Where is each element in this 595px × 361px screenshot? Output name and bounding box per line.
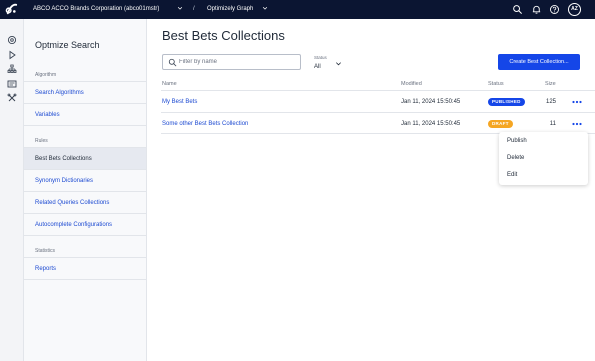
list-box-icon[interactable] [7, 79, 17, 89]
divider [24, 235, 146, 236]
status-badge: PUBLISHED [488, 98, 525, 106]
status-badge: DRAFT [488, 120, 513, 128]
sidebar-section-algorithm: Algorithm [35, 72, 57, 78]
menu-item-publish[interactable]: Publish [507, 138, 527, 144]
more-options-icon[interactable] [571, 97, 583, 107]
row-actions-menu: Publish Delete Edit [499, 132, 588, 185]
icon-rail [0, 19, 24, 361]
search-icon [168, 58, 177, 67]
sidebar-item-search-algorithms[interactable]: Search Algorithms [24, 81, 146, 103]
menu-item-edit[interactable]: Edit [507, 172, 517, 178]
menu-item-delete[interactable]: Delete [507, 155, 524, 161]
help-icon[interactable] [549, 4, 560, 15]
column-header-size[interactable]: Size [545, 81, 556, 87]
sidebar-item-reports[interactable]: Reports [24, 257, 146, 279]
column-header-modified[interactable]: Modified [401, 81, 422, 87]
sidebar-item-variables[interactable]: Variables [24, 103, 146, 125]
collection-name-link[interactable]: My Best Bets [162, 99, 197, 105]
column-header-name[interactable]: Name [162, 81, 177, 87]
create-best-collection-button[interactable]: Create Best Collection... [498, 54, 580, 70]
status-filter-value[interactable]: All [314, 64, 321, 70]
modified-date: Jan 11, 2024 15:50:45 [401, 99, 461, 105]
bell-icon[interactable] [531, 4, 542, 15]
sidebar: Optmize Search Algorithm Search Algorith… [24, 19, 147, 361]
breadcrumb-separator: / [193, 6, 195, 12]
divider [24, 279, 146, 280]
more-options-icon[interactable] [571, 119, 583, 129]
user-avatar[interactable]: AZ [568, 3, 581, 16]
settings-icon[interactable] [7, 35, 17, 45]
divider [24, 125, 146, 126]
org-chevron-down-icon[interactable] [177, 5, 183, 11]
sidebar-section-rules: Rules [35, 138, 48, 144]
column-header-status[interactable]: Status [488, 81, 504, 87]
sidebar-section-statistics: Statistics [35, 248, 56, 254]
filter-input[interactable] [179, 57, 297, 67]
tools-icon[interactable] [7, 93, 17, 103]
sidebar-item-best-bets-collections[interactable]: Best Bets Collections [24, 147, 146, 169]
optimizely-logo-icon[interactable] [4, 2, 19, 17]
search-icon[interactable] [512, 4, 523, 15]
filter-box[interactable] [162, 54, 301, 70]
collection-name-link[interactable]: Some other Best Bets Collection [162, 121, 248, 127]
table-row[interactable]: Some other Best Bets Collection Jan 11, … [161, 112, 595, 134]
product-chevron-down-icon[interactable] [262, 5, 268, 11]
size-value: 11 [549, 121, 556, 127]
status-chevron-down-icon[interactable] [335, 60, 342, 67]
modified-date: Jan 11, 2024 15:50:45 [401, 121, 461, 127]
sidebar-item-synonym-dictionaries[interactable]: Synonym Dictionaries [24, 169, 146, 191]
top-bar: ABCO ACCO Brands Corporation (abco01mstr… [0, 0, 595, 19]
org-name[interactable]: ABCO ACCO Brands Corporation (abco01mstr… [33, 6, 159, 12]
page-title: Best Bets Collections [162, 28, 285, 43]
product-name[interactable]: Optimizely Graph [207, 6, 253, 12]
sidebar-title: Optmize Search [35, 40, 100, 50]
sidebar-item-autocomplete-configurations[interactable]: Autocomplete Configurations [24, 213, 146, 235]
main-content: Best Bets Collections Status All Create … [147, 19, 595, 361]
table-row[interactable]: My Best Bets Jan 11, 2024 15:50:45 PUBLI… [161, 90, 595, 112]
sidebar-item-related-queries-collections[interactable]: Related Queries Collections [24, 191, 146, 213]
play-icon[interactable] [7, 50, 17, 60]
size-value: 125 [545, 99, 556, 105]
hierarchy-icon[interactable] [7, 64, 17, 74]
status-filter-label: Status [314, 55, 327, 60]
